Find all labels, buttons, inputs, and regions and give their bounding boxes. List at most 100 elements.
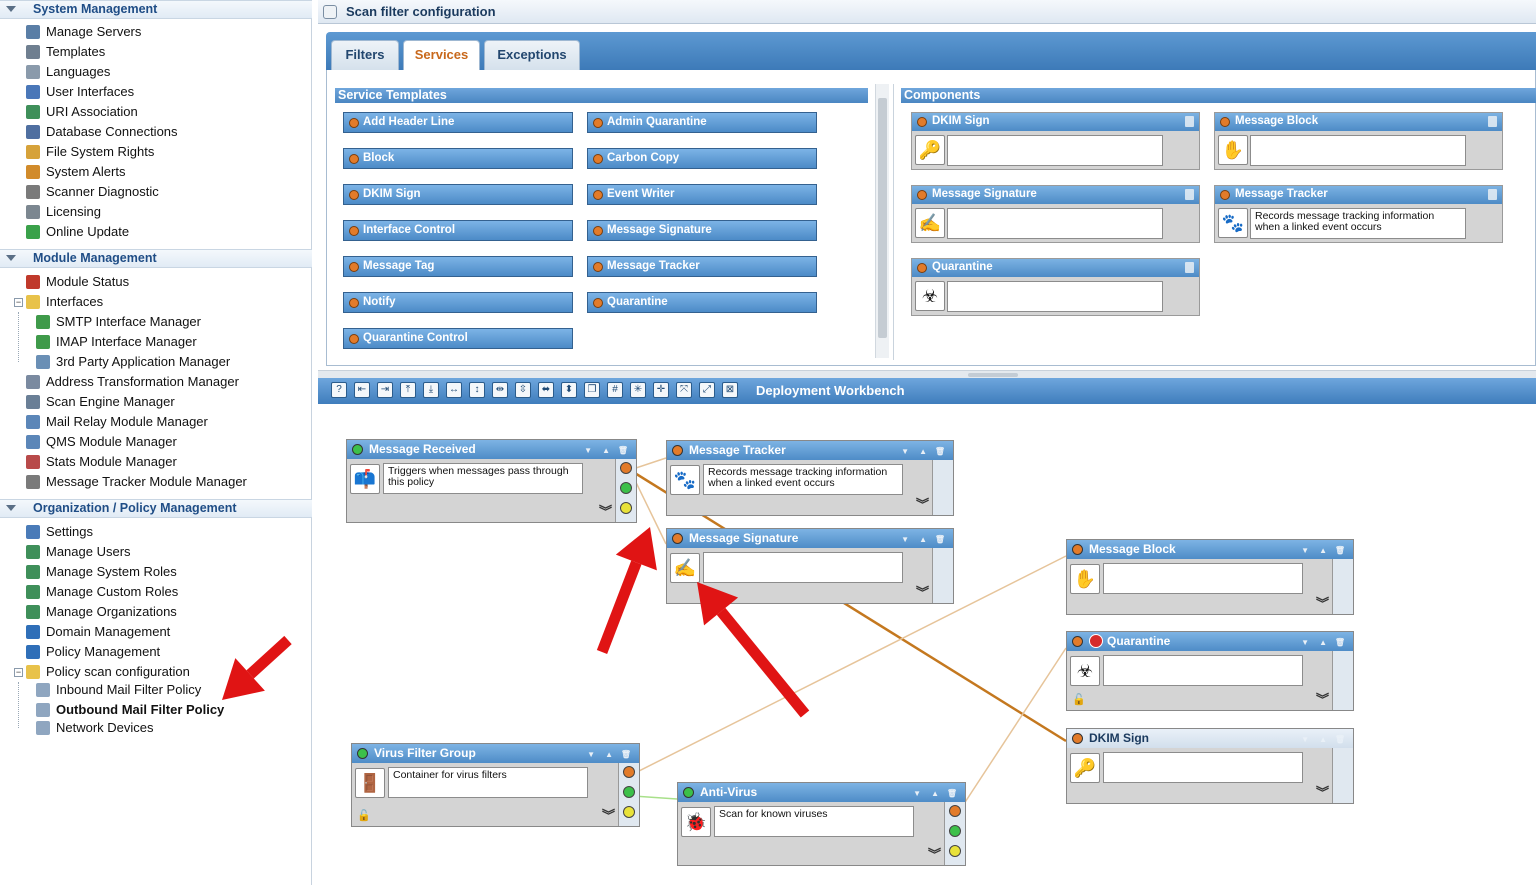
node-description[interactable] <box>1103 563 1303 594</box>
same-height-icon[interactable]: ⬍ <box>561 382 577 398</box>
service-template-add-header-line[interactable]: Add Header Line <box>343 112 573 133</box>
trash-icon[interactable]: 🗑 <box>618 442 628 460</box>
move-up-icon[interactable]: ▲ <box>1319 542 1327 560</box>
node-description[interactable] <box>1103 752 1303 783</box>
component-description[interactable] <box>947 208 1163 239</box>
node-description[interactable]: Scan for known viruses <box>714 806 914 837</box>
service-template-admin-quarantine[interactable]: Admin Quarantine <box>587 112 817 133</box>
scrollbar-thumb[interactable] <box>878 98 887 338</box>
component-dkim-sign[interactable]: DKIM Sign 🔑 <box>911 112 1200 170</box>
node-header[interactable]: Message Signature ▼ ▲ 🗑 <box>667 529 953 548</box>
move-up-icon[interactable]: ▲ <box>1319 634 1327 652</box>
move-down-icon[interactable]: ▼ <box>901 443 909 461</box>
tab-services[interactable]: Services <box>403 40 480 70</box>
component-description[interactable] <box>1250 135 1466 166</box>
component-message-tracker[interactable]: Message Tracker 🐾 Records message tracking… <box>1214 185 1503 243</box>
section-header-module-management[interactable]: Module Management <box>0 249 312 268</box>
component-description[interactable]: Records message tracking information whe… <box>1250 208 1466 239</box>
move-down-icon[interactable]: ▼ <box>1301 542 1309 560</box>
tree-expand-toggle[interactable]: − <box>14 668 23 677</box>
pass-port-icon[interactable] <box>949 825 961 837</box>
delete-all-icon[interactable]: ⊠ <box>722 382 738 398</box>
move-down-icon[interactable]: ▼ <box>901 531 909 549</box>
component-quarantine[interactable]: Quarantine ☣ <box>911 258 1200 316</box>
fit-icon[interactable]: ⤧ <box>676 382 692 398</box>
service-template-dkim-sign[interactable]: DKIM Sign <box>343 184 573 205</box>
node-header[interactable]: Message Block ▼ ▲ 🗑 <box>1067 540 1353 559</box>
service-template-notify[interactable]: Notify <box>343 292 573 313</box>
move-down-icon[interactable]: ▼ <box>1301 634 1309 652</box>
move-down-icon[interactable]: ▼ <box>913 785 921 803</box>
tab-filters[interactable]: Filters <box>331 40 399 70</box>
service-template-message-signature[interactable]: Message Signature <box>587 220 817 241</box>
center-vertical-icon[interactable]: ↕ <box>469 382 485 398</box>
workbench-node-message-tracker[interactable]: Message Tracker ▼ ▲ 🗑 🐾 Records message track… <box>666 440 954 516</box>
service-template-message-tracker[interactable]: Message Tracker <box>587 256 817 277</box>
node-header[interactable]: Message Received ▼ ▲ 🗑 <box>347 440 636 459</box>
node-description[interactable]: Triggers when messages pass through this… <box>383 463 583 494</box>
workbench-node-anti-virus[interactable]: Anti-Virus ▼ ▲ 🗑 🐞 Scan for known viruses ︾ <box>677 782 966 866</box>
fail-port-icon[interactable] <box>620 502 632 514</box>
trash-icon[interactable] <box>1185 116 1194 127</box>
move-up-icon[interactable]: ▲ <box>605 746 613 764</box>
move-up-icon[interactable]: ▲ <box>602 442 610 460</box>
workbench-node-message-block[interactable]: Message Block ▼ ▲ 🗑 ✋ ︾ <box>1066 539 1354 615</box>
align-top-icon[interactable]: ⤒ <box>400 382 416 398</box>
component-description[interactable] <box>947 281 1163 312</box>
collapse-icon[interactable]: ✛ <box>653 382 669 398</box>
component-header[interactable]: Message Signature <box>912 186 1199 204</box>
panel-splitter[interactable] <box>318 370 1536 378</box>
fail-port-icon[interactable] <box>623 806 635 818</box>
move-up-icon[interactable]: ▲ <box>1319 731 1327 749</box>
expand-chevron-icon[interactable]: ︾ <box>599 505 612 518</box>
service-template-interface-control[interactable]: Interface Control <box>343 220 573 241</box>
fail-port-icon[interactable] <box>949 845 961 857</box>
pass-port-icon[interactable] <box>620 482 632 494</box>
node-description[interactable] <box>1103 655 1303 686</box>
component-description[interactable] <box>947 135 1163 166</box>
grid-icon[interactable]: # <box>607 382 623 398</box>
align-left-icon[interactable]: ⇤ <box>354 382 370 398</box>
trash-icon[interactable]: 🗑 <box>935 531 945 549</box>
expand-chevron-icon[interactable]: ︾ <box>602 809 615 822</box>
lock-icon[interactable]: 🔓 <box>357 809 371 822</box>
move-up-icon[interactable]: ▲ <box>919 531 927 549</box>
node-header[interactable]: Message Tracker ▼ ▲ 🗑 <box>667 441 953 460</box>
node-header[interactable]: DKIM Sign ▼ ▲ 🗑 <box>1067 729 1353 748</box>
section-header-system-management[interactable]: System Management <box>0 0 312 19</box>
component-message-signature[interactable]: Message Signature ✍ <box>911 185 1200 243</box>
trash-icon[interactable] <box>1185 189 1194 200</box>
lock-icon[interactable]: 🔓 <box>1072 693 1086 706</box>
trash-icon[interactable] <box>1185 262 1194 273</box>
node-description[interactable] <box>703 552 903 583</box>
component-message-block[interactable]: Message Block ✋ <box>1214 112 1503 170</box>
align-bottom-icon[interactable]: ⤓ <box>423 382 439 398</box>
pass-port-icon[interactable] <box>623 786 635 798</box>
distribute-h-icon[interactable]: ⇹ <box>492 382 508 398</box>
workbench-node-virus-filter-group[interactable]: Virus Filter Group ▼ ▲ 🗑 🚪 Container for viru… <box>351 743 640 827</box>
move-down-icon[interactable]: ▼ <box>587 746 595 764</box>
component-header[interactable]: Message Tracker <box>1215 186 1502 204</box>
workbench-node-quarantine[interactable]: Quarantine ▼ ▲ 🗑 ☣ ︾ 🔓 <box>1066 631 1354 711</box>
move-down-icon[interactable]: ▼ <box>584 442 592 460</box>
trash-icon[interactable]: 🗑 <box>621 746 631 764</box>
expand-chevron-icon[interactable]: ︾ <box>1316 693 1329 706</box>
collapse-triangle-icon[interactable] <box>6 6 16 12</box>
help-icon[interactable]: ? <box>331 382 347 398</box>
trash-icon[interactable]: 🗑 <box>1335 542 1345 560</box>
splitter-grip[interactable] <box>968 373 1018 377</box>
workbench-node-message-signature[interactable]: Message Signature ▼ ▲ 🗑 ✍ ︾ <box>666 528 954 604</box>
service-template-quarantine-control[interactable]: Quarantine Control <box>343 328 573 349</box>
node-header[interactable]: Anti-Virus ▼ ▲ 🗑 <box>678 783 965 802</box>
snap-icon[interactable]: ✳ <box>630 382 646 398</box>
workbench-node-message-received[interactable]: Message Received ▼ ▲ 🗑 📫 Triggers when messag… <box>346 439 637 523</box>
same-width-icon[interactable]: ⬌ <box>538 382 554 398</box>
component-header[interactable]: Quarantine <box>912 259 1199 277</box>
node-header[interactable]: Virus Filter Group ▼ ▲ 🗑 <box>352 744 639 763</box>
service-template-quarantine[interactable]: Quarantine <box>587 292 817 313</box>
trash-icon[interactable]: 🗑 <box>1335 731 1345 749</box>
event-port-icon[interactable] <box>620 462 632 474</box>
expand-chevron-icon[interactable]: ︾ <box>916 586 929 599</box>
event-port-icon[interactable] <box>623 766 635 778</box>
trash-icon[interactable]: 🗑 <box>947 785 957 803</box>
